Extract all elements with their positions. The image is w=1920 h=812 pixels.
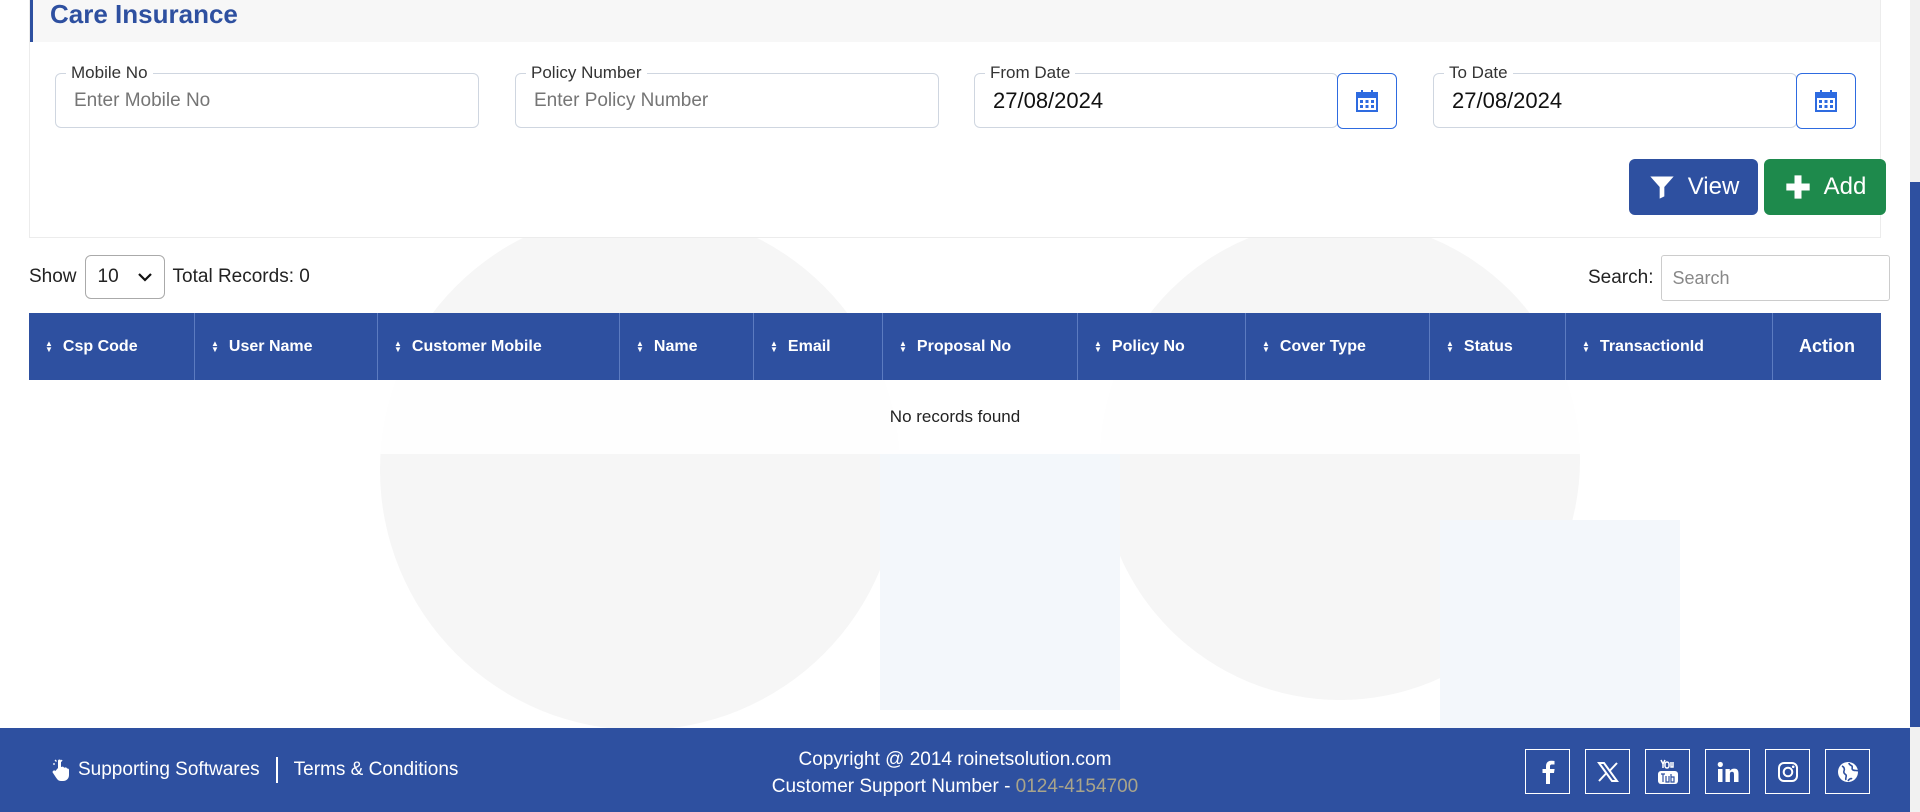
sort-icon: ▲ ▼ [1446, 338, 1454, 354]
sort-icon: ▲ ▼ [636, 338, 644, 354]
view-button-label: View [1687, 173, 1740, 200]
facebook-icon[interactable] [1525, 749, 1570, 794]
from-date-input[interactable]: 27/08/2024 [993, 74, 1301, 127]
policy-number-field: Policy Number [515, 63, 939, 128]
column-header-proposal-no[interactable]: ▲ ▼ Proposal No [883, 313, 1078, 380]
sort-icon: ▲ ▼ [899, 338, 907, 354]
column-header-email[interactable]: ▲ ▼ Email [754, 313, 883, 380]
social-links [1525, 749, 1870, 794]
table-header: ▲ ▼ Csp Code ▲ ▼ User Name ▲ ▼ Customer Mobile… [29, 313, 1881, 380]
records-table: ▲ ▼ Csp Code ▲ ▼ User Name ▲ ▼ Customer Mobile… [29, 313, 1881, 454]
plus-icon [1785, 175, 1810, 199]
background-illustration [0, 230, 1910, 730]
sort-icon: ▲ ▼ [394, 338, 402, 354]
from-date-field: From Date 27/08/2024 [974, 63, 1338, 128]
empty-message: No records found [29, 380, 1881, 454]
column-header-policy-no[interactable]: ▲ ▼ Policy No [1078, 313, 1246, 380]
youtube-icon[interactable] [1645, 749, 1690, 794]
view-button[interactable]: View [1629, 159, 1758, 215]
column-header-customer-mobile[interactable]: ▲ ▼ Customer Mobile [378, 313, 620, 380]
chevron-down-icon [137, 273, 152, 282]
website-icon[interactable] [1825, 749, 1870, 794]
linkedin-icon[interactable] [1705, 749, 1750, 794]
sort-icon: ▲ ▼ [1094, 338, 1102, 354]
sort-icon: ▲ ▼ [770, 338, 778, 354]
sort-icon: ▲ ▼ [211, 338, 219, 354]
column-header-cover-type[interactable]: ▲ ▼ Cover Type [1246, 313, 1430, 380]
show-label: Show [29, 266, 77, 287]
instagram-icon[interactable] [1765, 749, 1810, 794]
page-title: Care Insurance [50, 0, 238, 29]
scrollbar-thumb[interactable] [1910, 182, 1920, 727]
calendar-icon [1815, 90, 1837, 112]
mobile-field: Mobile No [55, 63, 479, 128]
column-header-csp-code[interactable]: ▲ ▼ Csp Code [29, 313, 195, 380]
mobile-input[interactable] [74, 74, 433, 127]
support-number[interactable]: 0124-4154700 [1016, 776, 1139, 797]
add-button-label: Add [1823, 173, 1867, 200]
search-input[interactable]: Search [1661, 255, 1891, 301]
sort-icon: ▲ ▼ [1262, 338, 1270, 354]
page-size-value: 10 [97, 266, 119, 287]
to-date-field: To Date 27/08/2024 [1433, 63, 1797, 128]
to-date-calendar-button[interactable] [1796, 73, 1856, 129]
page-size-select[interactable]: 10 [84, 255, 165, 299]
x-icon[interactable] [1585, 749, 1630, 794]
page-scrollbar[interactable] [1910, 0, 1920, 812]
from-date-calendar-button[interactable] [1337, 73, 1397, 129]
to-date-input[interactable]: 27/08/2024 [1452, 74, 1760, 127]
column-header-status[interactable]: ▲ ▼ Status [1430, 313, 1566, 380]
filter-icon [1650, 176, 1674, 199]
add-button[interactable]: Add [1764, 159, 1886, 215]
table-search: Search: Search [1588, 255, 1891, 301]
footer: Supporting Softwares Terms & Conditions … [0, 728, 1910, 812]
total-records: Total Records: 0 [172, 266, 310, 287]
sort-icon: ▲ ▼ [1582, 338, 1590, 354]
calendar-icon [1356, 90, 1378, 112]
page-size-control: Show 10 Total Records: 0 [29, 255, 310, 299]
search-label: Search: [1588, 267, 1654, 288]
panel-header: Care Insurance [30, 0, 1880, 42]
support-label: Customer Support Number - [771, 776, 1016, 797]
sort-icon: ▲ ▼ [45, 338, 53, 354]
column-header-transaction-id[interactable]: ▲ ▼ TransactionId [1566, 313, 1773, 380]
policy-number-input[interactable] [534, 74, 893, 127]
column-header-name[interactable]: ▲ ▼ Name [620, 313, 754, 380]
filter-panel: Care Insurance Mobile No Policy Number F… [29, 0, 1886, 238]
column-header-user-name[interactable]: ▲ ▼ User Name [195, 313, 378, 380]
column-header-action: Action [1799, 336, 1855, 356]
